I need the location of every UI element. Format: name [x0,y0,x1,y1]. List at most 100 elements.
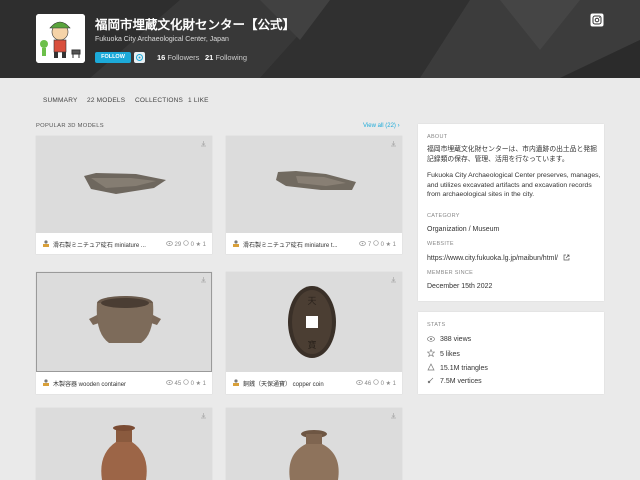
model-card[interactable]: 滑石製ミニチュア碇石 miniature t... 7 0 ★ 1 [226,136,402,254]
star-icon: ★ [385,242,391,248]
download-icon[interactable] [200,412,207,419]
download-icon[interactable] [390,412,397,419]
about-text-en: Fukuoka City Archaeological Center prese… [427,172,601,198]
star-icon [426,348,436,358]
model-thumbnail[interactable]: 天 寶 [226,272,402,372]
stats-panel: STATS 388 views 5 likes 15.1M triangles … [418,312,604,394]
popular-models-title: POPULAR 3D MODELS [36,123,104,129]
eye-icon [166,241,173,246]
likes-count: 1 [202,381,206,387]
gear-icon [136,54,143,61]
star-icon: ★ [195,242,201,248]
star-icon: ★ [195,381,201,387]
comment-icon [373,240,379,246]
model-meta: 滑石製ミニチュア碇石 miniature t... 7 0 ★ 1 [226,233,402,254]
model-card[interactable]: 木製容器 wooden container 45 0 ★ 1 [36,272,212,394]
model-name[interactable]: 木製容器 wooden container [53,379,153,388]
user-avatar-icon [43,379,49,386]
model-counts: 29 0 ★ 1 [166,240,206,248]
member-since-label: MEMBER SINCE [427,270,474,276]
about-text-ja: 福岡市埋蔵文化財センターは、市内遺跡の出土品と発掘記録類の保存、管理、活用を行な… [427,146,597,163]
model-thumbnail[interactable] [226,408,402,480]
model-meta: 銅銭（天保通寶） copper coin 46 0 ★ 1 [226,372,402,393]
tab-summary[interactable]: SUMMARY [43,97,78,104]
comment-icon [373,379,379,385]
eye-icon [166,380,173,385]
model-card[interactable]: 滑石製ミニチュア碇石 miniature ... 29 0 ★ 1 [36,136,212,254]
external-link-icon [563,254,570,261]
website-url: https://www.city.fukuoka.lg.jp/maibun/ht… [427,255,558,262]
download-icon[interactable] [200,276,207,283]
views-count: 7 [367,242,372,248]
view-all-label: View all (22) [363,123,396,129]
model-thumbnail[interactable] [36,272,212,372]
tab-collections[interactable]: COLLECTIONS [135,97,183,104]
user-avatar-icon [233,379,239,386]
stats-vertices: 7.5M vertices [427,376,482,385]
profile-tabs: SUMMARY 22 MODELS COLLECTIONS 1 LIKE [0,78,640,124]
download-icon[interactable] [390,140,397,147]
likes-total: 5 likes [440,351,460,358]
model-counts: 45 0 ★ 1 [166,379,206,387]
model-card[interactable] [36,408,212,480]
following-label: Following [215,53,248,62]
views-total: 388 views [440,336,472,343]
model-name[interactable]: 銅銭（天保通寶） copper coin [243,379,343,388]
settings-button[interactable] [134,52,145,63]
model-card[interactable] [226,408,402,480]
stats-triangles: 15.1M triangles [427,363,488,372]
model-thumbnail[interactable] [36,136,212,233]
followers-label: Followers [167,53,200,62]
about-panel: ABOUT 福岡市埋蔵文化財センターは、市内遺跡の出土品と発掘記録類の保存、管理… [418,124,604,301]
eye-icon [427,336,435,342]
category-label: CATEGORY [427,213,460,219]
instagram-icon[interactable] [590,13,604,27]
download-icon[interactable] [200,140,207,147]
model-counts: 7 0 ★ 1 [359,240,396,248]
comments-count: 0 [380,242,384,248]
triangle-icon [427,363,435,371]
views-count: 29 [174,242,182,248]
follow-button[interactable]: FOLLOW [95,52,131,63]
profile-header: 福岡市埋蔵文化財センター【公式】 Fukuoka City Archaeolog… [0,0,640,78]
model-counts: 46 0 ★ 1 [356,379,396,387]
download-icon[interactable] [390,276,397,283]
vertices-total: 7.5M vertices [440,378,482,385]
triangles-total: 15.1M triangles [440,365,488,372]
stats-label: STATS [427,322,446,328]
followers-stat[interactable]: 16 Followers [157,53,199,62]
eye-icon [359,241,367,246]
profile-title: 福岡市埋蔵文化財センター【公式】 [95,18,296,32]
user-avatar-icon [233,240,239,247]
views-count: 46 [364,381,372,387]
about-label: ABOUT [427,134,448,140]
model-meta: 木製容器 wooden container 45 0 ★ 1 [36,372,212,393]
model-name[interactable]: 滑石製ミニチュア碇石 miniature t... [243,240,343,249]
comment-icon [183,379,189,385]
model-thumbnail[interactable] [36,408,212,480]
comment-icon [183,240,189,246]
profile-subtitle: Fukuoka City Archaeological Center, Japa… [95,36,229,43]
website-label: WEBSITE [427,241,454,247]
model-name[interactable]: 滑石製ミニチュア碇石 miniature ... [53,240,153,249]
member-since-value: December 15th 2022 [427,283,493,290]
views-count: 45 [174,381,182,387]
vertex-icon [427,377,434,384]
model-meta: 滑石製ミニチュア碇石 miniature ... 29 0 ★ 1 [36,233,212,254]
tab-likes[interactable]: 1 LIKE [188,97,209,104]
category-value[interactable]: Organization / Museum [427,226,499,233]
comments-count: 0 [190,242,194,248]
website-link[interactable]: https://www.city.fukuoka.lg.jp/maibun/ht… [427,254,575,262]
model-card[interactable]: 天 寶 銅銭（天保通寶） copper coin 46 0 ★ 1 [226,272,402,394]
stats-views: 388 views [427,336,471,343]
comments-count: 0 [380,381,384,387]
stats-likes: 5 likes [426,348,460,358]
likes-count: 1 [392,381,396,387]
comments-count: 0 [190,381,194,387]
profile-avatar[interactable] [36,14,85,63]
tab-models[interactable]: 22 MODELS [87,97,125,104]
following-stat[interactable]: 21 Following [205,53,247,62]
model-thumbnail[interactable] [226,136,402,233]
followers-count: 16 [157,53,166,62]
view-all-link[interactable]: View all (22) › [363,123,400,129]
